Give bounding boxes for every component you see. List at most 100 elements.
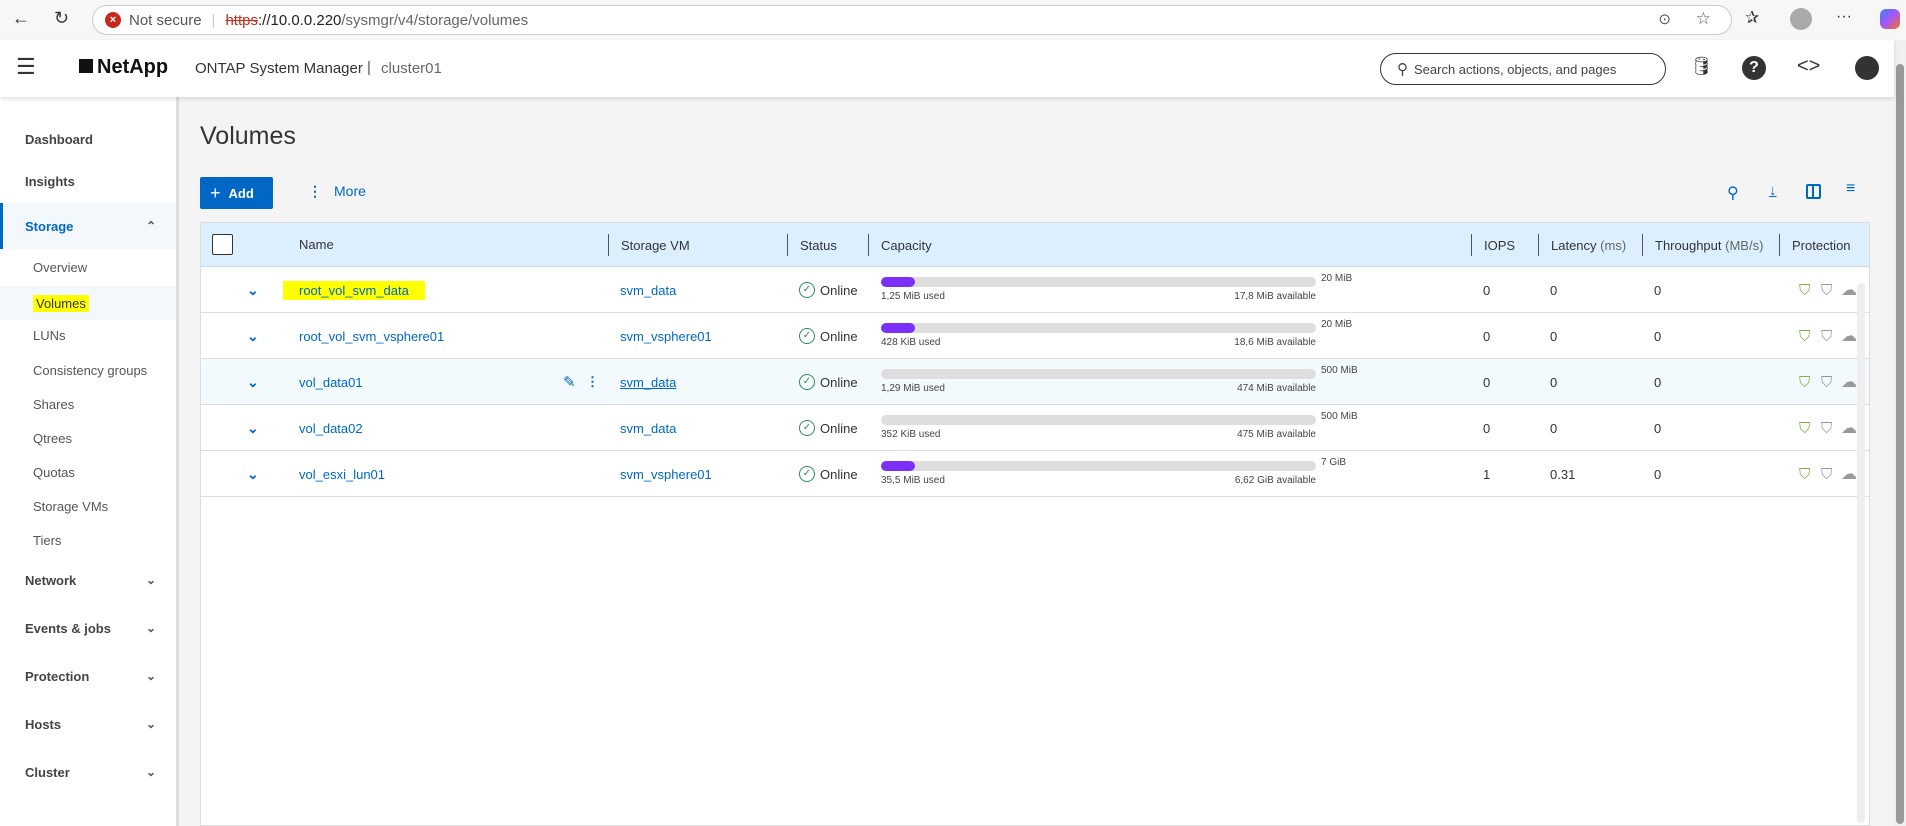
tools-icon[interactable]: 🛢 xyxy=(1690,56,1713,77)
shield-icon: ⛉ xyxy=(1821,281,1833,299)
capacity-used: 1,25 MiB used xyxy=(881,291,945,302)
expand-chevron-icon[interactable]: ⌄ xyxy=(247,313,259,359)
storage-vm-link[interactable]: svm_vsphere01 xyxy=(620,451,712,497)
volume-name-link[interactable]: root_vol_svm_data xyxy=(283,267,425,313)
download-icon[interactable]: ↓ xyxy=(1769,182,1777,199)
col-iops[interactable]: IOPS xyxy=(1471,234,1515,256)
refresh-icon[interactable]: ↻ xyxy=(54,8,69,29)
table-search-icon[interactable]: ⚲ xyxy=(1727,183,1739,203)
plus-icon: + xyxy=(210,182,221,203)
address-bar[interactable]: × Not secure | https://10.0.0.220/sysmgr… xyxy=(92,5,1732,35)
status-badge: ✓ Online xyxy=(799,451,858,497)
capacity-bar xyxy=(881,369,1316,379)
code-icon[interactable]: <> xyxy=(1797,55,1820,78)
chevron-down-icon: ⌄ xyxy=(145,765,156,779)
snapshot-protected-shield-icon: ⛉ xyxy=(1799,373,1811,391)
col-storage-vm[interactable]: Storage VM xyxy=(608,234,690,256)
filter-icon[interactable]: ≡ xyxy=(1846,180,1855,198)
sidebar-item-luns[interactable]: LUNs xyxy=(0,323,176,347)
volume-name-link[interactable]: vol_data02 xyxy=(299,405,363,451)
sidebar-item-events-jobs[interactable]: Events & jobs ⌄ xyxy=(0,616,176,640)
check-circle-icon: ✓ xyxy=(799,420,815,436)
sidebar-item-cluster[interactable]: Cluster ⌄ xyxy=(0,760,176,784)
col-throughput[interactable]: Throughput (MB/s) xyxy=(1642,234,1763,256)
global-search-input[interactable]: ⚲ Search actions, objects, and pages xyxy=(1380,53,1666,85)
capacity-bar xyxy=(881,277,1316,287)
sidebar-item-shares[interactable]: Shares xyxy=(0,392,176,416)
sidebar-item-hosts[interactable]: Hosts ⌄ xyxy=(0,712,176,736)
table-row[interactable]: ⌄ vol_data01 ✎ ⋮ svm_data ✓ Online 500 MiB… xyxy=(201,359,1869,405)
table-row[interactable]: ⌄ root_vol_svm_vsphere01 svm_vsphere01 ✓… xyxy=(201,313,1869,359)
volume-name-link[interactable]: vol_data01 xyxy=(299,359,363,405)
row-kebab-icon[interactable]: ⋮ xyxy=(586,359,599,405)
storage-vm-link[interactable]: svm_data xyxy=(620,405,676,451)
sidebar-item-consistency-groups[interactable]: Consistency groups xyxy=(0,358,176,382)
sidebar-item-protection[interactable]: Protection ⌄ xyxy=(0,664,176,688)
volumes-table: Name Storage VM Status Capacity IOPS Lat… xyxy=(200,222,1870,826)
app-title: ONTAP System Manager xyxy=(195,60,363,77)
sidebar-item-overview[interactable]: Overview xyxy=(0,255,176,279)
status-badge: ✓ Online xyxy=(799,359,858,405)
url-host: ://10.0.0.220 xyxy=(257,11,342,29)
storage-vm-link[interactable]: svm_data xyxy=(620,267,676,313)
volume-name-link[interactable]: vol_esxi_lun01 xyxy=(299,451,385,497)
table-row[interactable]: ⌄ vol_data02 svm_data ✓ Online 500 MiB 35… xyxy=(201,405,1869,451)
shield-icon: ⛉ xyxy=(1821,373,1833,391)
user-account-icon[interactable] xyxy=(1855,56,1879,80)
more-browser-icon[interactable]: ··· xyxy=(1836,8,1852,26)
check-circle-icon: ✓ xyxy=(799,374,815,390)
sidebar-item-storage[interactable]: Storage ⌃ xyxy=(0,203,176,249)
capacity-bar xyxy=(881,415,1316,425)
table-row[interactable]: ⌄ root_vol_svm_data svm_data ✓ Online 20 … xyxy=(201,267,1869,313)
expand-chevron-icon[interactable]: ⌄ xyxy=(247,405,259,451)
expand-chevron-icon[interactable]: ⌄ xyxy=(247,451,259,497)
sidebar-item-insights[interactable]: Insights xyxy=(0,169,176,193)
help-icon[interactable]: ? xyxy=(1742,56,1766,80)
capacity-available: 475 MiB available xyxy=(1237,429,1316,440)
select-all-checkbox[interactable] xyxy=(212,234,233,255)
back-icon[interactable]: ← xyxy=(12,8,30,29)
iops-value: 0 xyxy=(1483,328,1491,344)
col-latency[interactable]: Latency (ms) xyxy=(1538,234,1626,256)
sidebar-item-dashboard[interactable]: Dashboard xyxy=(0,127,176,151)
capacity-available: 18,6 MiB available xyxy=(1234,337,1316,348)
browser-toolbar: ← ↻ × Not secure | https://10.0.0.220/sy… xyxy=(0,0,1906,40)
hamburger-menu-icon[interactable]: ☰ xyxy=(16,54,36,80)
copilot-icon[interactable] xyxy=(1880,9,1900,29)
snapshot-protected-shield-icon: ⛉ xyxy=(1799,327,1811,345)
throughput-value: 0 xyxy=(1654,420,1662,436)
chevron-down-icon: ⌄ xyxy=(145,621,156,635)
table-scrollbar[interactable] xyxy=(1857,283,1865,823)
col-protection[interactable]: Protection xyxy=(1779,234,1851,256)
sidebar-item-tiers[interactable]: Tiers xyxy=(0,528,176,552)
more-button[interactable]: ⋮ More xyxy=(308,183,366,200)
netapp-logo[interactable]: NetApp xyxy=(79,56,168,79)
volume-name-link[interactable]: root_vol_svm_vsphere01 xyxy=(299,313,444,359)
shield-icon: ⛉ xyxy=(1821,327,1833,345)
page-scrollbar[interactable] xyxy=(1894,40,1906,826)
sidebar-item-qtrees[interactable]: Qtrees xyxy=(0,426,176,450)
capacity-used: 352 KiB used xyxy=(881,429,941,440)
columns-icon[interactable] xyxy=(1806,184,1821,199)
add-button[interactable]: + Add xyxy=(200,177,273,209)
profile-avatar[interactable] xyxy=(1790,8,1812,30)
sidebar-item-quotas[interactable]: Quotas xyxy=(0,460,176,484)
expand-chevron-icon[interactable]: ⌄ xyxy=(247,359,259,405)
sidebar-item-volumes[interactable]: Volumes xyxy=(0,286,176,320)
col-status[interactable]: Status xyxy=(787,234,837,256)
sidebar-item-storage-vms[interactable]: Storage VMs xyxy=(0,494,176,518)
col-capacity[interactable]: Capacity xyxy=(868,234,932,256)
favorite-star-icon[interactable]: ☆ xyxy=(1696,9,1711,29)
col-name[interactable]: Name xyxy=(299,237,334,252)
expand-chevron-icon[interactable]: ⌄ xyxy=(247,267,259,313)
favorites-icon[interactable]: ✰ xyxy=(1745,8,1759,28)
table-row[interactable]: ⌄ vol_esxi_lun01 svm_vsphere01 ✓ Online 7… xyxy=(201,451,1869,497)
storage-vm-link[interactable]: svm_data xyxy=(620,359,676,405)
edit-pencil-icon[interactable]: ✎ xyxy=(563,359,576,405)
latency-value: 0 xyxy=(1550,420,1558,436)
page-options-icon[interactable]: ⊙ xyxy=(1658,10,1671,28)
shield-icon: ⛉ xyxy=(1821,465,1833,483)
search-icon: ⚲ xyxy=(1397,61,1408,78)
sidebar-item-network[interactable]: Network ⌄ xyxy=(0,568,176,592)
storage-vm-link[interactable]: svm_vsphere01 xyxy=(620,313,712,359)
